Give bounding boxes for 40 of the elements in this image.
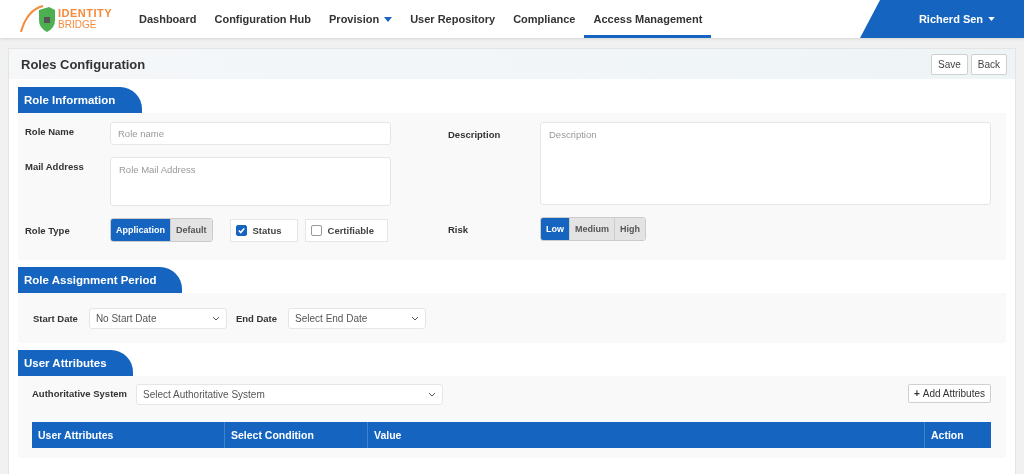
column-header: Action [930, 428, 965, 443]
input-field[interactable]: Role name [110, 122, 391, 145]
field-label: Risk [448, 223, 470, 235]
segment-button[interactable]: Application [111, 219, 171, 241]
field-label: Role Name [25, 125, 76, 137]
checkbox-label: Certifiable [327, 224, 374, 236]
nav-link[interactable]: Configuration Hub [205, 0, 320, 38]
dropdown-field[interactable]: Select End Date [288, 307, 427, 329]
checkbox-field[interactable]: Certifiable [304, 218, 388, 242]
logo-text: IDENTITY [58, 8, 113, 19]
checkbox-field[interactable]: Status [229, 218, 298, 242]
logo-text: BRIDGE [58, 19, 98, 30]
field-label: Description [448, 128, 502, 140]
field-label: Mail Address [25, 160, 85, 172]
nav-link[interactable]: Access Management [584, 0, 712, 38]
add-attributes-button[interactable]: + Add Attributes [907, 384, 991, 403]
dropdown-field[interactable]: Select Authoritative System [136, 384, 443, 405]
nav-link[interactable]: Compliance [504, 0, 585, 38]
nav-link[interactable]: Provision [320, 0, 402, 38]
segment-button[interactable]: Medium [570, 218, 615, 240]
nav-link[interactable]: Dashboard [130, 0, 206, 38]
user-menu[interactable]: Richerd Sen [918, 13, 984, 25]
segment-button[interactable]: High [615, 218, 645, 240]
segment-button[interactable]: Low [541, 218, 570, 240]
column-header: User Attributes [32, 422, 225, 448]
column-header: Value [368, 422, 925, 448]
header-button[interactable]: Back [970, 53, 1007, 75]
nav-link[interactable]: User Repository [401, 0, 505, 38]
header-button[interactable]: Save [930, 53, 968, 75]
field-label: Role Type [25, 224, 71, 236]
checkbox-label: Status [252, 224, 282, 236]
field-label: End Date [235, 312, 278, 324]
column-header: Select Condition [225, 422, 368, 448]
dropdown-field[interactable]: No Start Date [88, 307, 227, 329]
input-field[interactable]: Role Mail Address [110, 157, 391, 206]
input-field[interactable]: Description [540, 122, 991, 205]
field-label: Authoritative System [32, 387, 129, 400]
page-title: Roles Configuration [21, 56, 146, 72]
segment-button[interactable]: Default [171, 219, 212, 241]
field-label: Start Date [33, 312, 78, 324]
